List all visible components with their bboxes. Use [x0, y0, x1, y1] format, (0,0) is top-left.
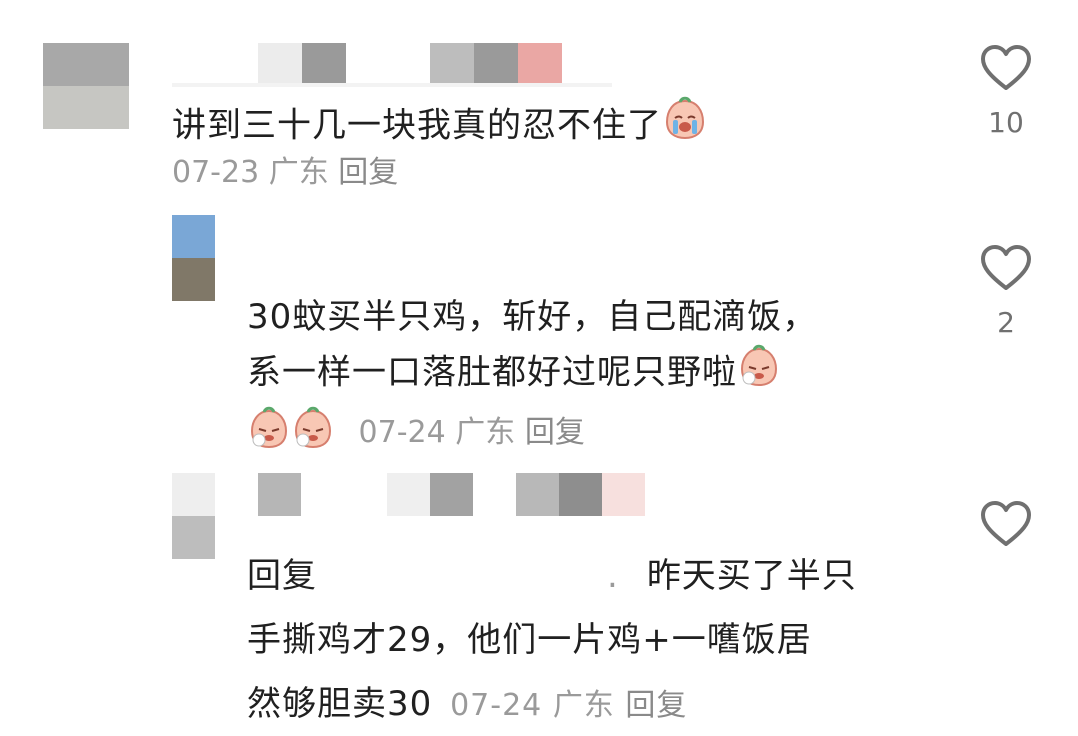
comment-text: 30蚊买半只鸡，斩好，自己配滴饭， 系一样一口落肚都好过呢只野啦: [247, 290, 817, 404]
comment-text: 讲到三十几一块我真的忍不住了: [172, 96, 708, 158]
comment-body-line-2: 系一样一口落肚都好过呢只野啦: [247, 344, 817, 404]
comment-body-line-3-text: 然够胆卖30: [247, 684, 433, 724]
crying-face-emoji-icon: [662, 96, 708, 158]
comment-body-line-1: 30蚊买半只鸡，斩好，自己配滴饭，: [247, 297, 818, 337]
avatar[interactable]: [172, 215, 215, 301]
reply-button[interactable]: 回复: [525, 415, 585, 450]
like-button[interactable]: 10: [978, 44, 1034, 139]
comment-text: 回复. 昨天买了半只 手撕鸡才29，他们一片鸡+一嚿饭居 然够胆卖30 07-24…: [247, 544, 857, 736]
comment-meta: 07-23 广东 回复: [172, 153, 398, 193]
username[interactable]: [258, 473, 648, 517]
heart-outline-icon: [981, 45, 1031, 90]
comment-body-line-3: 然够胆卖30 07-24 广东 回复: [247, 672, 857, 736]
comment-meta: 07-24 广东 回复: [450, 688, 687, 723]
avatar[interactable]: [172, 473, 215, 559]
reply-button[interactable]: 回复: [338, 155, 398, 190]
sad-face-emoji-icon: [737, 344, 781, 404]
comment-body-line-1: 回复. 昨天买了半只: [247, 544, 857, 608]
reply-button[interactable]: 回复: [625, 688, 687, 723]
comment-body-line-2-text: 系一样一口落肚都好过呢只野啦: [247, 352, 737, 393]
like-count: 2: [997, 306, 1015, 339]
comment-body-line-1-text: 昨天买了半只: [646, 556, 857, 596]
comment-date: 07-23: [172, 155, 260, 190]
heart-outline-icon: [981, 245, 1031, 290]
comment-date: 07-24: [450, 688, 543, 723]
heart-outline-icon: [981, 501, 1031, 546]
comment-body: 讲到三十几一块我真的忍不住了: [172, 105, 662, 146]
comment-location: 广东: [455, 415, 516, 450]
comment-body-line-2: 手撕鸡才29，他们一片鸡+一嚿饭居: [247, 620, 812, 660]
sad-face-emoji-icon: [247, 406, 291, 461]
like-button[interactable]: 2: [978, 244, 1034, 339]
avatar[interactable]: [43, 43, 129, 129]
comment-location: 广东: [552, 688, 615, 723]
comment-location: 广东: [268, 155, 329, 190]
mention-separator: .: [607, 556, 619, 596]
comment-date: 07-24: [358, 415, 446, 450]
comment-meta: 07-24 广东 回复: [247, 406, 585, 461]
reply-prefix: 回复: [247, 556, 317, 596]
sad-face-emoji-icon: [291, 406, 335, 461]
like-button[interactable]: [978, 500, 1034, 562]
username[interactable]: [172, 43, 612, 87]
like-count: 10: [988, 106, 1024, 139]
